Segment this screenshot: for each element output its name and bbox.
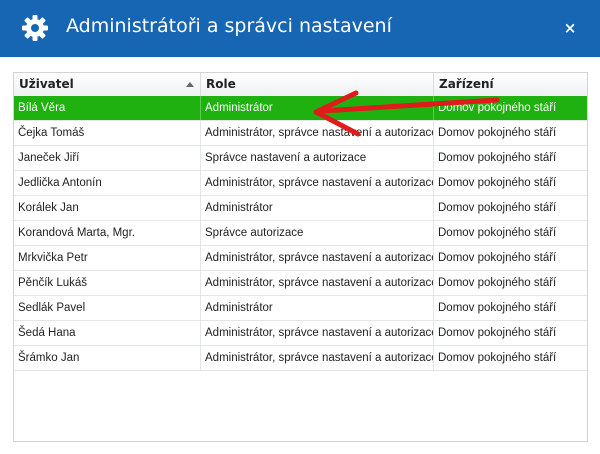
table-row[interactable]: Šrámko Jan Administrátor, správce nastave… [14,346,587,371]
table-row[interactable]: Bílá Věra Administrátor Domov pokojného st… [14,96,587,121]
window-titlebar: Administrátoři a správci nastavení × [0,0,600,57]
role-cell: Administrátor [201,96,434,120]
user-cell: Bílá Věra [14,96,201,120]
role-cell: Správce autorizace [201,221,434,245]
column-header-facility-label: Zařízení [439,77,494,91]
column-header-user[interactable]: Uživatel [14,73,201,96]
close-icon[interactable]: × [560,17,580,39]
user-cell: Korálek Jan [14,196,201,220]
table-row[interactable]: Pěnčík Lukáš Administrátor, správce nasta… [14,271,587,296]
role-cell: Administrátor, správce nastavení a autor… [201,171,434,195]
table-row[interactable]: Mrkvička Petr Administrátor, správce nast… [14,246,587,271]
sort-ascending-icon [186,82,194,87]
facility-cell: Domov pokojného stáří [438,252,557,264]
facility-cell: Domov pokojného stáří [438,327,557,339]
facility-cell: Domov pokojného stáří [438,152,557,164]
grid-header: Uživatel Role Zařízení [14,73,587,97]
table-row[interactable]: Čejka Tomáš Administrátor, správce nastav… [14,121,587,146]
table-row[interactable]: Sedlák Pavel Administrátor Domov pokojného… [14,296,587,321]
user-cell: Mrkvička Petr [14,246,201,270]
user-cell: Čejka Tomáš [14,121,201,145]
users-grid: Uživatel Role Zařízení Bílá Věra Administ… [13,72,588,442]
user-cell: Janeček Jiří [14,146,201,170]
column-header-user-label: Uživatel [19,77,74,91]
role-cell: Administrátor [201,296,434,320]
table-row[interactable]: Šedá Hana Administrátor, správce nastaven… [14,321,587,346]
user-cell: Jedlička Antonín [14,171,201,195]
role-cell: Administrátor, správce nastavení a autor… [201,121,434,145]
column-header-role-label: Role [206,77,236,91]
facility-cell: Domov pokojného stáří [438,302,557,314]
role-cell: Administrátor, správce nastavení a autor… [201,321,434,345]
table-row[interactable]: Korandová Marta, Mgr. Správce autorizace D… [14,221,587,246]
facility-cell: Domov pokojného stáří [438,127,557,139]
user-cell: Šrámko Jan [14,346,201,370]
facility-cell: Domov pokojného stáří [438,202,557,214]
column-header-role[interactable]: Role [201,73,434,96]
table-row[interactable]: Janeček Jiří Správce nastavení a autoriza… [14,146,587,171]
facility-cell: Domov pokojného stáří [438,102,557,114]
table-row[interactable]: Korálek Jan Administrátor Domov pokojného … [14,196,587,221]
facility-cell: Domov pokojného stáří [438,177,557,189]
user-cell: Šedá Hana [14,321,201,345]
facility-cell: Domov pokojného stáří [438,277,557,289]
table-row[interactable]: Jedlička Antonín Administrátor, správce n… [14,171,587,196]
role-cell: Administrátor [201,196,434,220]
user-cell: Pěnčík Lukáš [14,271,201,295]
facility-cell: Domov pokojného stáří [438,352,557,364]
gear-icon [22,15,48,41]
column-header-facility[interactable]: Zařízení [434,73,587,96]
facility-cell: Domov pokojného stáří [438,227,557,239]
role-cell: Administrátor, správce nastavení a autor… [201,246,434,270]
role-cell: Administrátor, správce nastavení a autor… [201,271,434,295]
window-title: Administrátoři a správci nastavení [66,15,392,37]
role-cell: Správce nastavení a autorizace [201,146,434,170]
role-cell: Administrátor, správce nastavení a autor… [201,346,434,370]
user-cell: Sedlák Pavel [14,296,201,320]
user-cell: Korandová Marta, Mgr. [14,221,201,245]
